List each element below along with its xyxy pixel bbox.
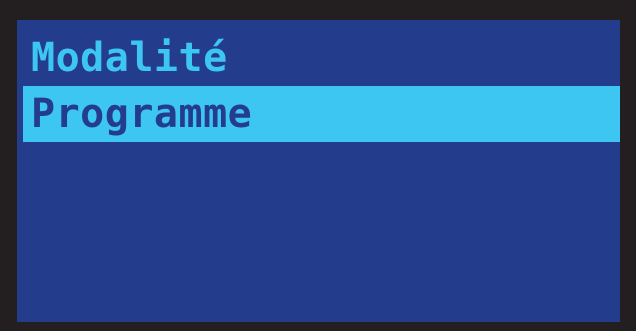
menu-item-modalite[interactable]: Modalité: [23, 30, 620, 86]
lcd-menu-screen: Modalité Programme: [17, 20, 620, 322]
menu-item-label: Programme: [31, 91, 253, 137]
menu-item-programme-selected[interactable]: Programme: [23, 86, 620, 142]
device-bezel: Modalité Programme: [0, 0, 636, 331]
menu-item-label: Modalité: [31, 35, 228, 81]
